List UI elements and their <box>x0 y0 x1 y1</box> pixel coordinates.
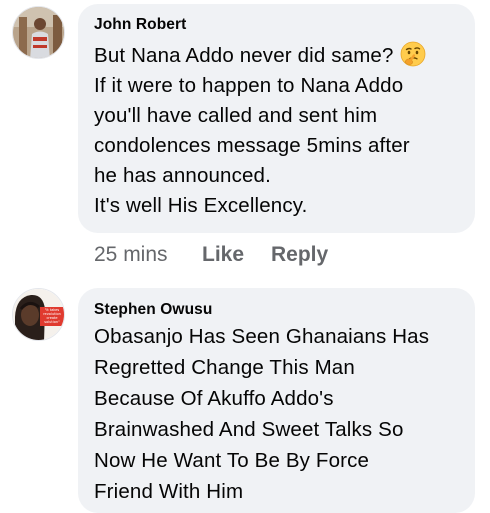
profile-photo <box>13 7 64 58</box>
avatar-john-robert[interactable] <box>12 6 65 59</box>
comment-text-line: If it were to happen to Nana Addo <box>94 74 404 97</box>
comment-stephen-owusu: "It takes revolution create solution" St… <box>0 280 490 513</box>
reply-button[interactable]: Reply <box>271 243 328 267</box>
comment-bubble: John Robert But Nana Addo never did same… <box>78 4 475 233</box>
comment-john-robert: John Robert But Nana Addo never did same… <box>0 0 490 280</box>
comment-text-line: Now He Want To Be By Force <box>94 449 370 472</box>
comment-text-line: you'll have called and sent him <box>94 104 378 127</box>
comment-text-line: It's well His Excellency. <box>94 194 308 217</box>
comment-text-line: Obasanjo Has Seen Ghanaians Has <box>94 325 430 348</box>
comment-bubble: Stephen Owusu Obasanjo Has Seen Ghanaian… <box>78 288 475 513</box>
thinking-face-icon <box>400 41 426 67</box>
comment-text-line: Because Of Akuffo Addo's <box>94 387 334 410</box>
avatar-stephen-owusu[interactable]: "It takes revolution create solution" <box>12 288 65 341</box>
comment-text-line: Friend With Him <box>94 480 244 503</box>
comment-author[interactable]: John Robert <box>94 16 186 34</box>
like-button[interactable]: Like <box>202 243 244 267</box>
comment-text-line: condolences message 5mins after <box>94 134 410 157</box>
comment-text-line: Brainwashed And Sweet Talks So <box>94 418 404 441</box>
comment-text-line: Regretted Change This Man <box>94 356 355 379</box>
comment-timestamp[interactable]: 25 mins <box>94 243 168 267</box>
comment-author[interactable]: Stephen Owusu <box>94 301 212 319</box>
comment-text-line: he has announced. <box>94 164 271 187</box>
avatar-badge-text: "It takes revolution create solution" <box>43 308 61 324</box>
comment-text-line: But Nana Addo never did same? <box>94 41 426 71</box>
